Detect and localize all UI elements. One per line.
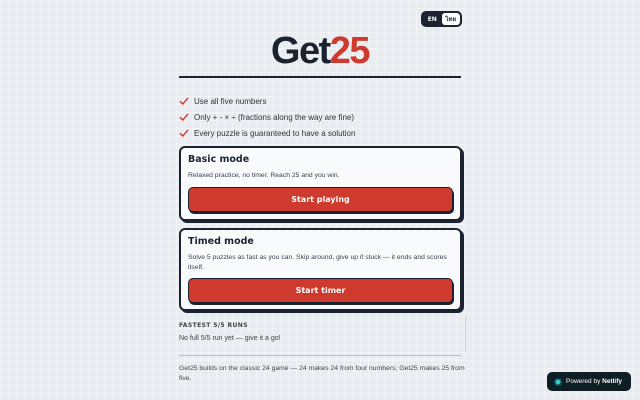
netlify-brand: Netlify — [602, 378, 623, 385]
fastest-runs-frame — [462, 316, 466, 352]
fastest-runs-empty-text: No full 5/5 run yet — give it a go! — [179, 335, 281, 342]
basic-mode-title: Basic mode — [188, 154, 250, 165]
rules-list: Use all five numbers Only + - × ÷ (fract… — [179, 93, 469, 141]
rule-text: Every puzzle is guaranteed to have a sol… — [194, 128, 356, 138]
timed-mode-title: Timed mode — [188, 236, 254, 247]
footer-note: Get25 builds on the classic 24 game — 24… — [179, 365, 465, 382]
logo-divider — [179, 76, 461, 78]
check-icon — [179, 97, 189, 105]
check-icon — [179, 129, 189, 137]
netlify-badge[interactable]: Powered by Netlify — [547, 372, 631, 391]
rule-item: Use all five numbers — [179, 93, 469, 109]
check-icon — [179, 113, 189, 121]
start-playing-button[interactable]: Start playing — [188, 187, 453, 212]
logo-get: Get — [270, 30, 331, 72]
language-option-en[interactable]: EN — [423, 13, 442, 25]
rule-text: Use all five numbers — [194, 96, 267, 106]
rule-item: Only + - × ÷ (fractions along the way ar… — [179, 109, 469, 125]
timed-mode-description: Solve 5 puzzles as fast as you can. Skip… — [188, 254, 447, 271]
app-logo: Get25 — [0, 31, 640, 71]
language-toggle[interactable]: EN ไทย — [421, 11, 462, 27]
rule-text: Only + - × ÷ (fractions along the way ar… — [194, 112, 355, 122]
basic-mode-description: Relaxed practice, no timer. Reach 25 and… — [188, 172, 340, 179]
footer-divider — [179, 355, 461, 356]
language-option-thai[interactable]: ไทย — [441, 13, 460, 25]
logo-25: 25 — [329, 30, 371, 72]
rule-item: Every puzzle is guaranteed to have a sol… — [179, 125, 469, 141]
fastest-runs-heading: FASTEST 5/5 RUNS — [179, 322, 248, 329]
netlify-prefix: Powered by — [566, 378, 601, 385]
netlify-label: Powered by Netlify — [566, 378, 622, 385]
basic-mode-card: Basic mode Relaxed practice, no timer. R… — [179, 146, 462, 221]
timed-mode-card: Timed mode Solve 5 puzzles as fast as yo… — [179, 228, 462, 311]
netlify-icon — [554, 378, 562, 385]
start-timer-button[interactable]: Start timer — [188, 278, 453, 303]
